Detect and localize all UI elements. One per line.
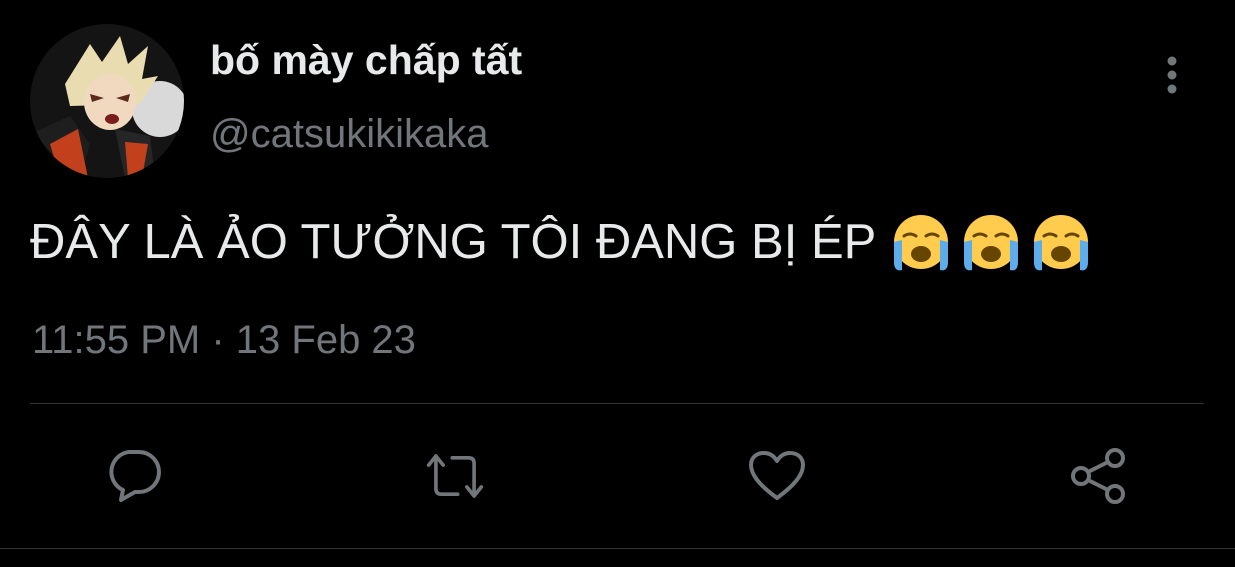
share-icon <box>1071 448 1125 504</box>
loudly-crying-face-icon <box>1034 215 1089 271</box>
retweet-icon <box>426 454 484 498</box>
user-handle[interactable]: @catsukikikaka <box>210 114 488 154</box>
emoji-group <box>888 212 1094 274</box>
loudly-crying-face-icon <box>964 215 1019 271</box>
divider <box>0 548 1235 549</box>
like-button[interactable] <box>747 446 807 506</box>
display-name[interactable]: bố mày chấp tất <box>210 40 522 81</box>
tweet-timestamp[interactable]: 11:55 PM · 13 Feb 23 <box>32 320 416 360</box>
divider <box>30 403 1204 404</box>
tweet-detail: bố mày chấp tất @catsukikikaka ĐÂY LÀ ẢO… <box>0 0 1235 567</box>
tweet-text-content: ĐÂY LÀ ẢO TƯỞNG TÔI ĐANG BỊ ÉP <box>30 215 877 270</box>
avatar[interactable] <box>30 24 184 178</box>
loudly-crying-face-icon <box>894 215 949 271</box>
retweet-button[interactable] <box>425 446 485 506</box>
reply-icon <box>109 450 161 502</box>
heart-icon <box>749 451 805 500</box>
tweet-text: ĐÂY LÀ ẢO TƯỞNG TÔI ĐANG BỊ ÉP <box>30 212 1094 274</box>
share-button[interactable] <box>1069 446 1129 506</box>
reply-button[interactable] <box>104 446 164 506</box>
avatar-image <box>30 24 184 178</box>
more-options-button[interactable] <box>1150 50 1194 100</box>
more-vertical-icon <box>1167 56 1177 94</box>
